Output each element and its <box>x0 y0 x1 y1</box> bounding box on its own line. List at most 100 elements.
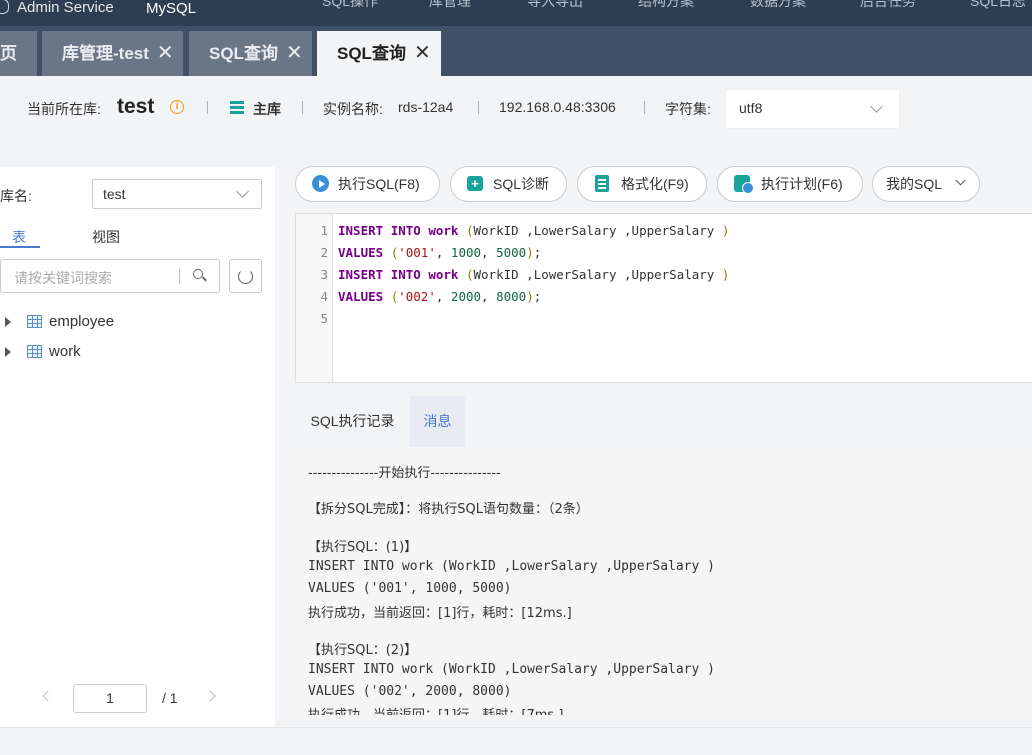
tree-item-employee[interactable]: employee <box>0 312 275 336</box>
current-db-name: test <box>117 95 155 118</box>
line-number: 4 <box>320 289 328 304</box>
refresh-icon <box>238 269 253 284</box>
caret-right-icon[interactable] <box>5 347 11 357</box>
format-icon-lines <box>598 179 606 181</box>
table-name: work <box>49 343 81 360</box>
message-overflow: 执行成功，当前返回：[1]行，耗时：[7ms.] <box>295 705 1032 715</box>
instance-name: rds-12a4 <box>398 99 454 115</box>
sql-diagnose-button[interactable]: + SQL诊断 <box>450 166 567 202</box>
left-panel <box>0 167 275 727</box>
master-db-icon <box>230 101 244 115</box>
divider <box>207 101 208 114</box>
db-name-label: 库名: <box>0 188 32 204</box>
instance-label: 实例名称: <box>323 101 383 117</box>
table-icon <box>27 345 42 358</box>
code-line-1[interactable]: INSERT INTO work (WorkID ,LowerSalary ,U… <box>338 223 729 238</box>
nav-item-structure[interactable]: 结构方案 <box>638 0 694 11</box>
message-line: ---------------开始执行--------------- <box>308 466 501 481</box>
table-icon <box>27 315 42 328</box>
system-label[interactable]: MySQL <box>146 0 196 17</box>
button-label: SQL诊断 <box>493 176 550 192</box>
current-db-label: 当前所在库: <box>27 101 101 117</box>
tab-sql-query-active[interactable]: SQL查询 ✕ <box>317 31 441 76</box>
table-name: employee <box>49 313 115 330</box>
tab-label: 页 <box>0 44 17 63</box>
message-line: 执行成功，当前返回：[1]行，耗时：[12ms.] <box>308 606 572 621</box>
charset-label: 字符集: <box>665 101 711 117</box>
chevron-down-icon <box>870 100 883 113</box>
tab-label: SQL查询 <box>337 44 406 63</box>
code-line-3[interactable]: INSERT INTO work (WorkID ,LowerSalary ,U… <box>338 267 729 282</box>
tab-label: SQL查询 <box>209 44 278 63</box>
charset-value: utf8 <box>739 100 763 116</box>
info-icon[interactable]: i <box>170 100 184 114</box>
active-tab-indicator <box>0 246 40 248</box>
chevron-down-icon <box>236 185 249 198</box>
nav-item-import[interactable]: 导入导出 <box>527 0 583 11</box>
role-label: 主库 <box>253 101 281 117</box>
nav-item-log[interactable]: SQL日志 <box>970 0 1026 11</box>
message-line: 【拆分SQL完成】：将执行SQL语句数量：（2条） <box>308 502 589 517</box>
line-number: 1 <box>320 223 328 238</box>
message-line: INSERT INTO work (WorkID ,LowerSalary ,U… <box>308 559 715 574</box>
my-sql-dropdown[interactable]: 我的SQL <box>872 166 980 202</box>
page-input[interactable]: 1 <box>73 684 147 713</box>
button-label: 我的SQL <box>886 176 943 192</box>
nav-item-db[interactable]: 库管理 <box>429 0 471 11</box>
table-search-input[interactable]: 请按关键词搜索 <box>0 259 220 293</box>
divider <box>302 101 303 114</box>
format-icon <box>595 175 609 192</box>
tab-label: 库管理-test <box>62 44 149 63</box>
message-line: 【执行SQL：(1)】 <box>308 540 418 555</box>
line-number: 3 <box>320 267 328 282</box>
close-icon[interactable]: ✕ <box>414 42 431 64</box>
search-placeholder: 请按关键词搜索 <box>14 270 112 286</box>
top-navbar: Admin Service MySQL SQL操作 库管理 导入导出 结构方案 … <box>0 0 1032 26</box>
tab-tables[interactable]: 表 <box>12 227 26 247</box>
tab-views[interactable]: 视图 <box>92 227 120 247</box>
tab-messages[interactable]: 消息 <box>410 396 465 447</box>
nav-item-sql[interactable]: SQL操作 <box>322 0 378 11</box>
refresh-button[interactable] <box>229 259 262 293</box>
tab-sql-history[interactable]: SQL执行记录 <box>295 396 410 447</box>
close-icon[interactable]: ✕ <box>286 42 303 64</box>
caret-right-icon[interactable] <box>5 317 11 327</box>
message-line: 【执行SQL：(2)】 <box>308 643 418 658</box>
divider <box>644 101 645 114</box>
divider <box>179 269 180 284</box>
brand-label: Admin Service <box>17 0 114 16</box>
tab-sql-query-1[interactable]: SQL查询 ✕ <box>189 31 312 76</box>
db-select-value: test <box>103 186 126 202</box>
line-number: 5 <box>320 311 328 326</box>
explain-plan-button[interactable]: 执行计划(F6) <box>717 166 863 202</box>
divider <box>478 101 479 114</box>
code-line-4[interactable]: VALUES ('002', 2000, 8000); <box>338 289 541 304</box>
db-select[interactable]: test <box>92 179 262 209</box>
nav-item-data[interactable]: 数据方案 <box>750 0 806 11</box>
button-label: 执行SQL(F8) <box>338 176 420 192</box>
tab-db-manage[interactable]: 库管理-test ✕ <box>42 31 183 76</box>
logo-icon <box>0 0 9 14</box>
message-line: 执行成功，当前返回：[1]行，耗时：[7ms.] <box>308 705 563 715</box>
code-line-2[interactable]: VALUES ('001', 1000, 5000); <box>338 245 541 260</box>
tree-item-work[interactable]: work <box>0 342 275 366</box>
tab-home[interactable]: 页 <box>0 31 37 76</box>
brand[interactable]: Admin Service <box>0 0 114 16</box>
button-label: 格式化(F9) <box>621 176 689 192</box>
chevron-down-icon <box>955 175 966 186</box>
message-line: VALUES ('002', 2000, 8000) <box>308 684 512 699</box>
db-address: 192.168.0.48:3306 <box>499 99 616 115</box>
play-icon-triangle <box>319 180 325 188</box>
close-icon[interactable]: ✕ <box>157 42 174 64</box>
nav-item-tasks[interactable]: 后台任务 <box>860 0 916 11</box>
page-total: / 1 <box>162 690 178 706</box>
charset-select[interactable]: utf8 <box>725 89 900 129</box>
button-label: 执行计划(F6) <box>761 176 843 192</box>
format-button[interactable]: 格式化(F9) <box>577 166 707 202</box>
search-icon-handle <box>202 276 207 282</box>
message-line: VALUES ('001', 1000, 5000) <box>308 581 512 596</box>
line-number: 2 <box>320 245 328 260</box>
bottom-bar <box>0 727 1032 755</box>
run-sql-button[interactable]: 执行SQL(F8) <box>295 166 440 202</box>
plan-icon-badge <box>742 182 754 194</box>
